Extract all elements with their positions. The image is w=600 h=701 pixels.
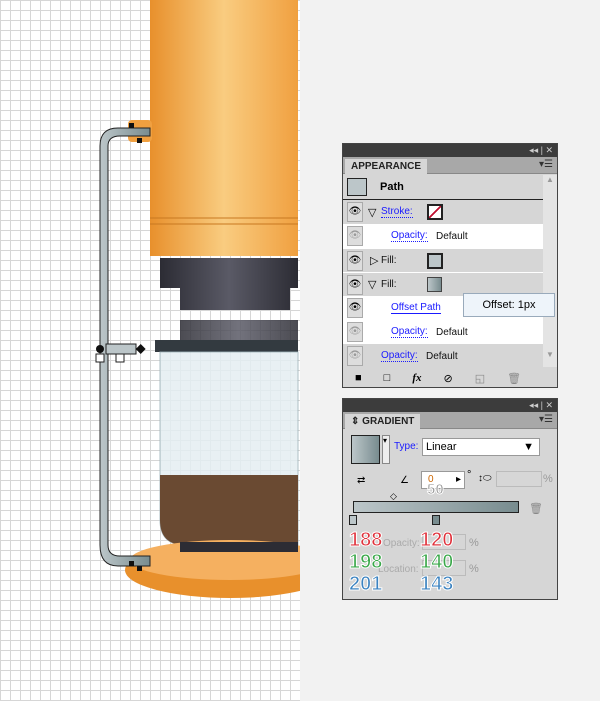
stop2-green: 140: [419, 551, 454, 574]
path-thumbnail: [347, 178, 367, 196]
stop1-green: 198: [348, 551, 383, 574]
appearance-panel: ◂◂ | ✕ APPEARANCE ▾☰ Path 👁 ▽ Stroke: 👁 Opac…: [342, 143, 558, 388]
midpoint-overlay: 50: [427, 481, 445, 499]
stroke-link[interactable]: Stroke:: [381, 206, 413, 218]
eye-icon[interactable]: 👁: [347, 346, 363, 366]
gradient-stop-2[interactable]: [432, 515, 440, 525]
panel-menu-icon[interactable]: ▾☰: [539, 159, 553, 170]
coffee: [160, 475, 298, 545]
stop1-red: 188: [348, 529, 383, 552]
trash-icon[interactable]: 🗑: [507, 372, 521, 385]
scrollbar[interactable]: ▲ ▼: [543, 175, 557, 367]
gradient-panel: ◂◂ | ✕ ⇕ GRADIENT ▾☰ ▾ Type: Linear ▼ ⇄ ∠ …: [342, 398, 558, 600]
fill-gradient-swatch[interactable]: [427, 277, 442, 292]
angle-icon: ∠: [400, 475, 409, 486]
opacity-value: Default: [436, 326, 468, 338]
gradient-preview[interactable]: [351, 435, 380, 464]
aspect-ratio-input[interactable]: [496, 471, 542, 487]
location-label: Location:: [378, 564, 419, 575]
opacity-label: Opacity:: [383, 538, 420, 549]
tooltip: Offset: 1px: [463, 293, 555, 317]
aspect-ratio-icon: ↕⬭: [478, 473, 492, 484]
panel-collapse-close[interactable]: ◂◂ | ✕: [343, 399, 557, 412]
eye-icon[interactable]: 👁: [347, 202, 363, 222]
delete-stop-icon[interactable]: 🗑: [529, 502, 543, 515]
opacity-value: Default: [426, 350, 458, 362]
fill-swatch[interactable]: [427, 252, 443, 269]
degree-symbol: °: [467, 469, 472, 481]
eye-icon[interactable]: 👁: [347, 226, 363, 246]
tab-gradient[interactable]: ⇕ GRADIENT: [345, 414, 421, 430]
path-label: Path: [380, 181, 404, 193]
eye-icon[interactable]: 👁: [347, 322, 363, 342]
fill-label[interactable]: Fill:: [381, 255, 397, 266]
eye-icon[interactable]: 👁: [347, 298, 363, 318]
eye-icon[interactable]: 👁: [347, 250, 363, 271]
clear-icon[interactable]: □: [384, 372, 391, 384]
percent-label: %: [469, 563, 479, 575]
new-layer-icon[interactable]: ■: [355, 372, 362, 384]
opacity-link[interactable]: Opacity:: [391, 326, 428, 338]
panel-menu-icon[interactable]: ▾☰: [539, 414, 553, 425]
artboard-canvas[interactable]: [0, 0, 300, 701]
eye-icon[interactable]: 👁: [347, 274, 363, 295]
type-select[interactable]: Linear ▼: [422, 438, 540, 456]
stop1-blue: 201: [348, 573, 383, 596]
stop2-red: 120: [419, 529, 454, 552]
gradient-stop-1[interactable]: [349, 515, 357, 525]
percent-label: %: [543, 473, 553, 485]
fx-button[interactable]: fx: [412, 372, 421, 384]
filter-holder: [160, 258, 298, 310]
gradient-slider[interactable]: [353, 501, 519, 513]
clear-appearance-icon[interactable]: ⊘: [443, 372, 452, 385]
stop2-blue: 143: [419, 573, 454, 596]
coffee-maker-illustration: [95, 0, 300, 598]
opacity-link[interactable]: Opacity:: [381, 350, 418, 362]
stroke-swatch-none[interactable]: [427, 204, 443, 220]
tab-appearance[interactable]: APPEARANCE: [345, 159, 428, 175]
opacity-value: Default: [436, 230, 468, 242]
type-label: Type:: [394, 441, 419, 452]
panel-collapse-close[interactable]: ◂◂ | ✕: [343, 144, 557, 157]
percent-label: %: [469, 537, 479, 549]
offset-path-link[interactable]: Offset Path: [391, 302, 441, 314]
opacity-link[interactable]: Opacity:: [391, 230, 428, 242]
gradient-dropdown[interactable]: ▾: [382, 435, 390, 464]
reverse-gradient-icon[interactable]: ⇄: [357, 475, 365, 486]
fill-label[interactable]: Fill:: [381, 279, 397, 290]
duplicate-icon[interactable]: ◱: [475, 372, 485, 385]
